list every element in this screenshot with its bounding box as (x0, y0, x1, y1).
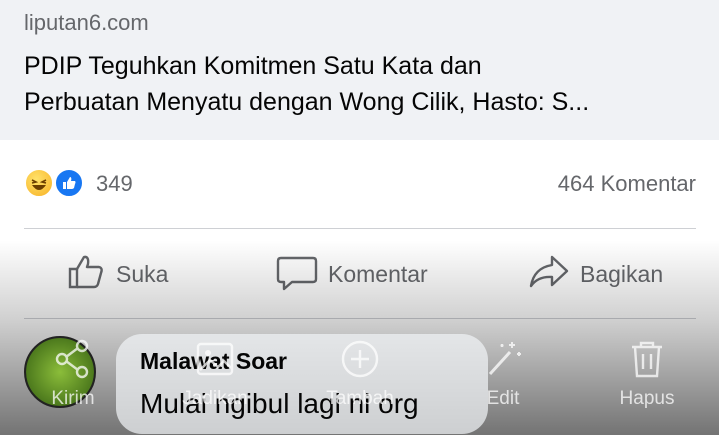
reactions-bar: 349 464 Komentar (0, 140, 719, 230)
image-icon (196, 342, 234, 376)
headline-line-2: Perbuatan Menyatu dengan Wong Cilik, Has… (24, 88, 590, 116)
delete-label: Hapus (619, 388, 675, 409)
share-button[interactable]: Bagikan (528, 252, 663, 296)
divider (24, 228, 696, 229)
edit-label: Edit (486, 388, 520, 409)
share-arrow-icon (528, 252, 570, 297)
trash-icon (632, 341, 662, 378)
comment-label: Komentar (328, 260, 428, 287)
haha-emoji-icon (24, 168, 54, 198)
post-actions: Suka Komentar Bagikan (0, 230, 719, 318)
thumbs-up-icon (66, 252, 106, 297)
comment-count[interactable]: 464 Komentar (558, 171, 696, 197)
reaction-icons[interactable] (24, 168, 88, 200)
like-emoji-icon (54, 168, 84, 198)
divider (24, 318, 696, 319)
reaction-count[interactable]: 349 (96, 171, 133, 197)
add-label: Tambah (326, 388, 394, 409)
link-headline: PDIP Teguhkan Komitmen Satu Kata dan Per… (24, 48, 704, 120)
comment-button[interactable]: Komentar (276, 252, 428, 296)
comment-bubble-icon (276, 252, 318, 297)
like-button[interactable]: Suka (66, 252, 168, 296)
like-label: Suka (116, 260, 169, 287)
headline-line-1: PDIP Teguhkan Komitmen Satu Kata dan (24, 52, 482, 80)
send-label: Kirim (51, 388, 95, 409)
make-label: Jadikan (182, 388, 248, 409)
link-domain: liputan6.com (24, 10, 149, 35)
link-preview[interactable]: liputan6.com PDIP Teguhkan Komitmen Satu… (0, 0, 719, 140)
share-network-icon (55, 339, 89, 379)
share-label: Bagikan (580, 260, 664, 287)
selection-toolbar: Kirim Jadikan Tambah Edit Hapus (0, 330, 719, 435)
magic-wand-icon (488, 342, 521, 376)
plus-circle-icon (341, 340, 379, 378)
